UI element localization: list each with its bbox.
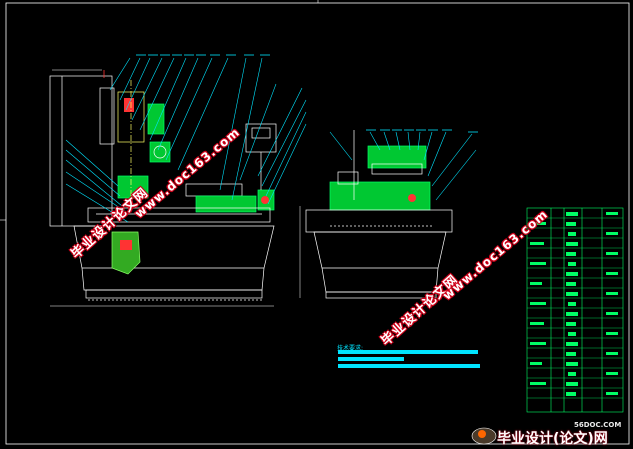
parts-list-cells [530, 212, 618, 396]
side-view [299, 130, 453, 299]
machine-column [49, 75, 113, 227]
site-logo-text: 毕业设计(论文)网 [497, 431, 608, 447]
side-balloon-ticks [366, 129, 478, 133]
tech-requirements-lines [338, 350, 480, 368]
parts-list-table [526, 207, 624, 413]
tech-requirements-label: 技术要求: [337, 345, 364, 352]
side-base [313, 231, 447, 293]
